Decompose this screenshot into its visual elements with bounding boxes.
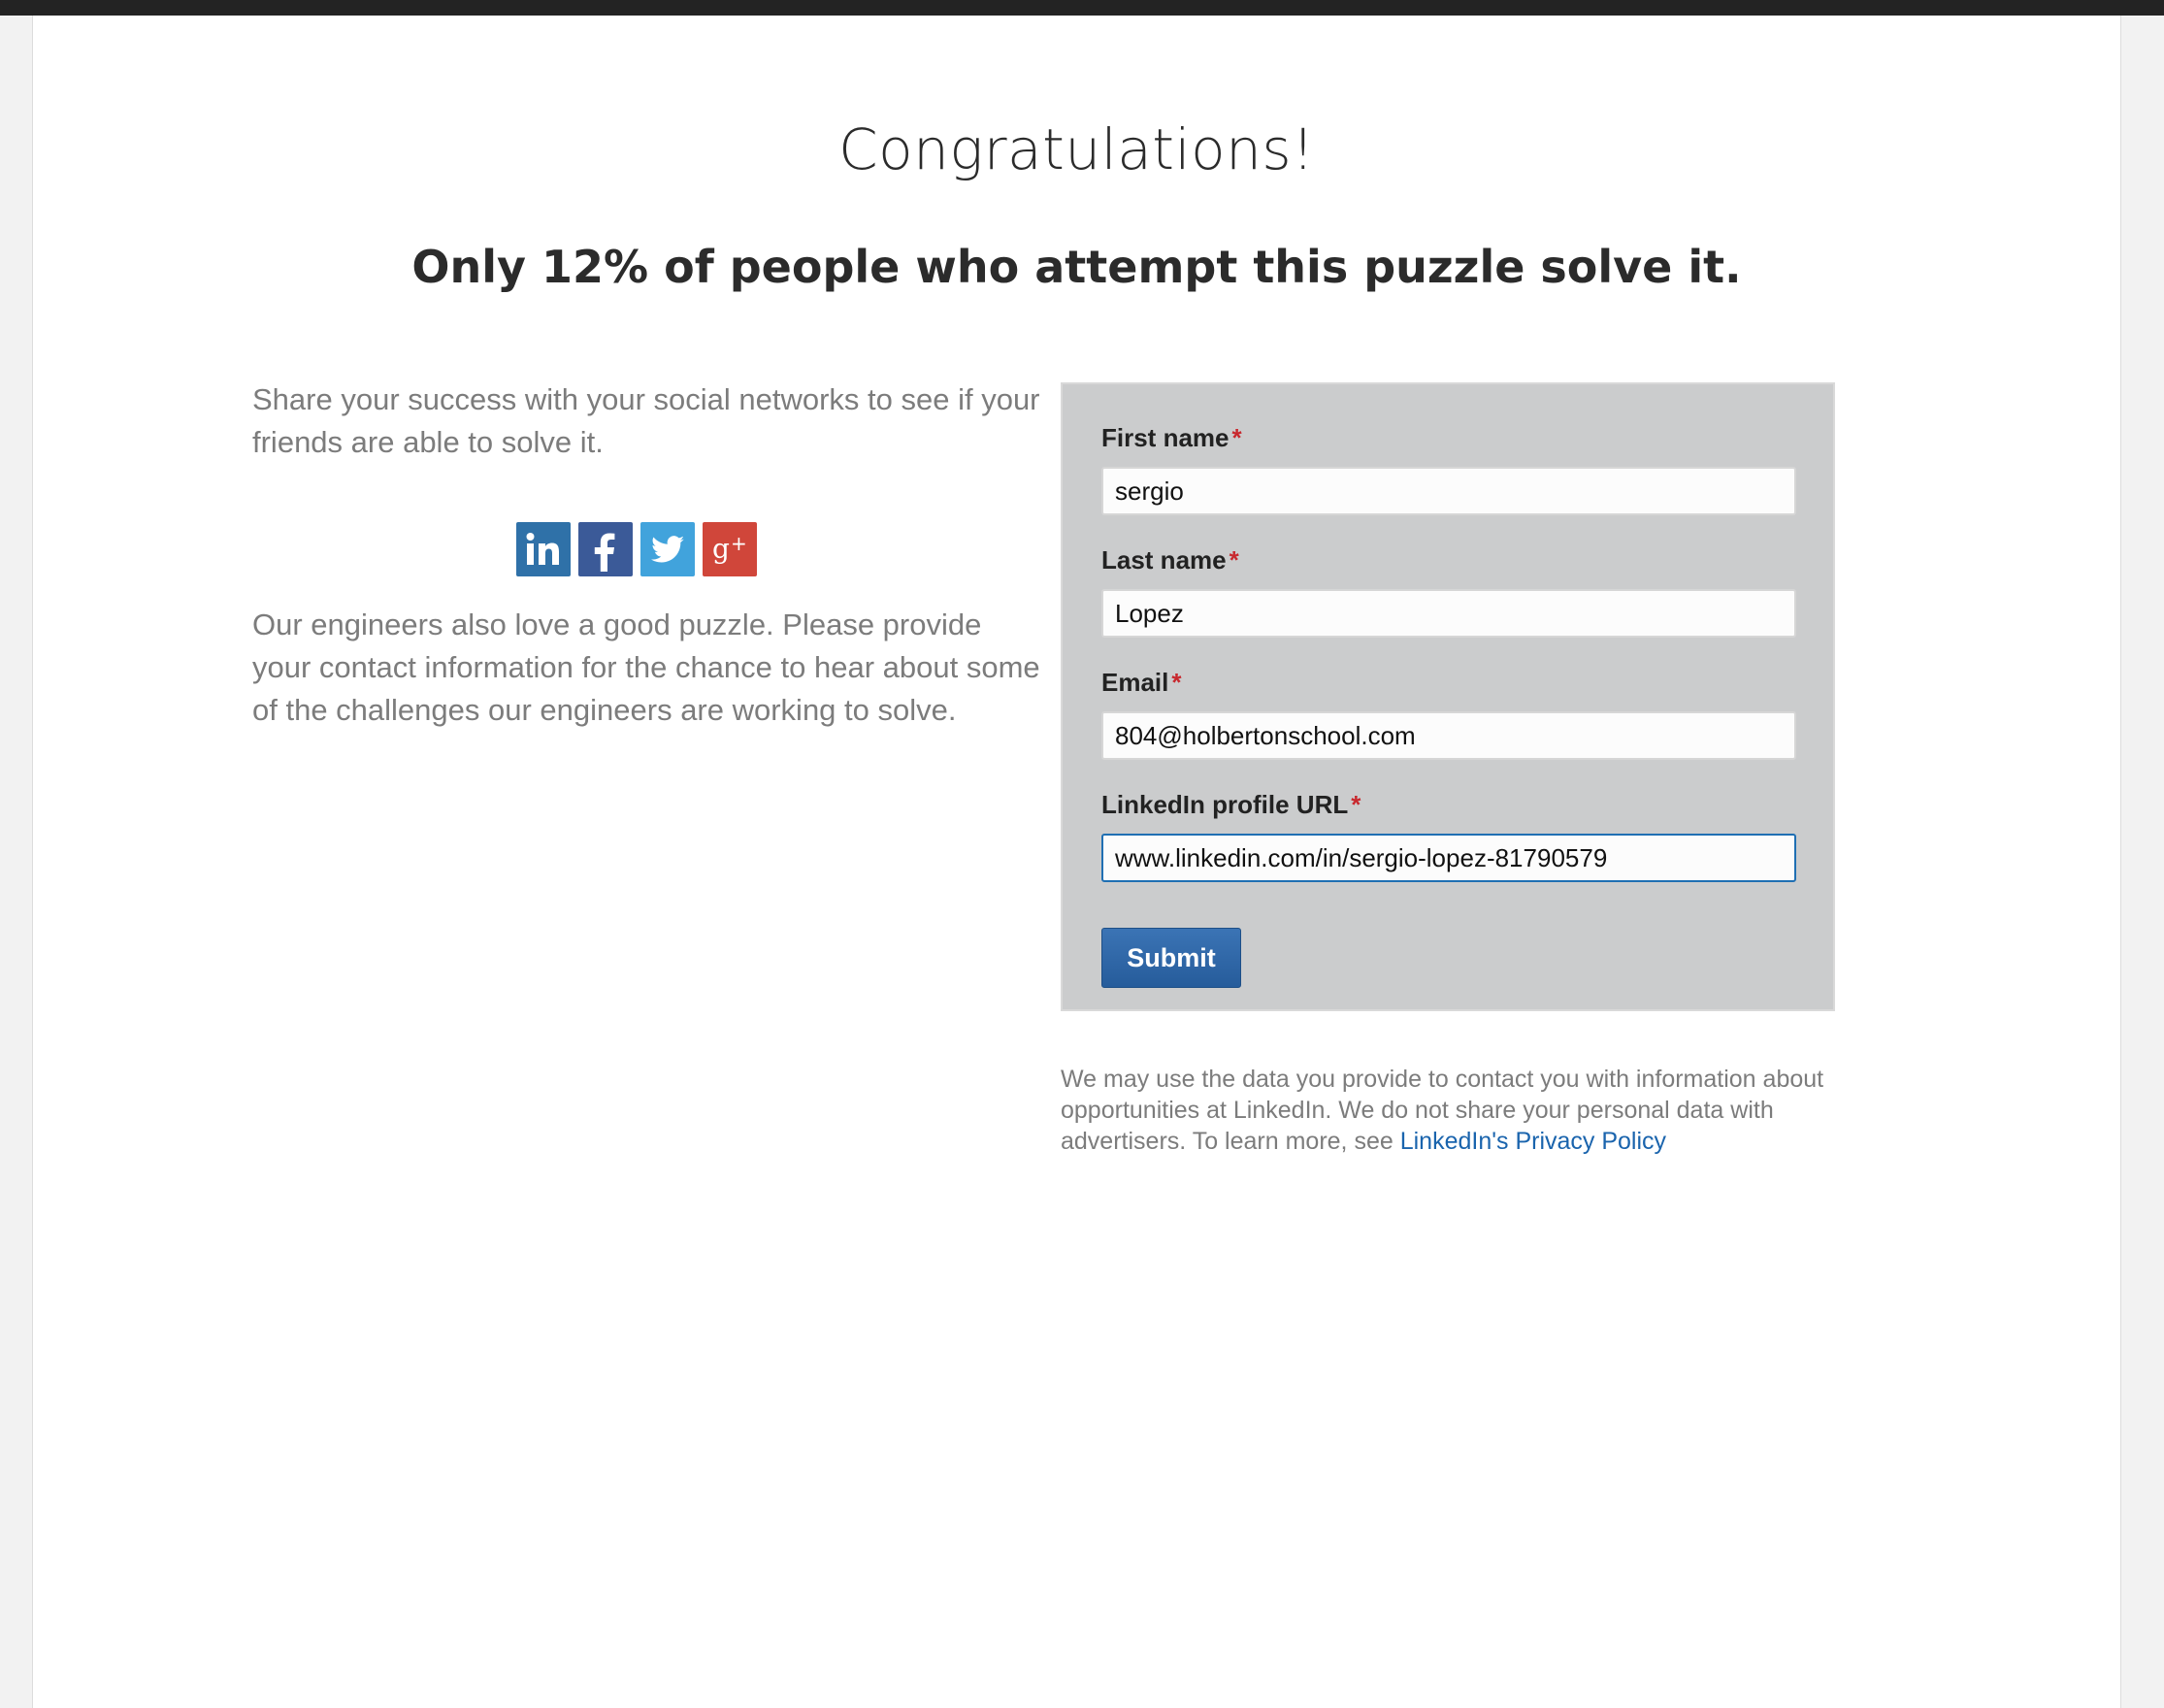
- required-marker: *: [1231, 423, 1242, 452]
- email-label: Email *: [1101, 668, 1182, 697]
- social-share-bar: g +: [516, 522, 757, 576]
- linkedin-url-field[interactable]: [1101, 834, 1796, 882]
- browser-top-bar: [0, 0, 2164, 16]
- first-name-field[interactable]: [1101, 467, 1796, 515]
- email-field[interactable]: [1101, 711, 1796, 760]
- last-name-field[interactable]: [1101, 589, 1796, 638]
- page-subtitle: Only 12% of people who attempt this puzz…: [411, 241, 1742, 293]
- privacy-policy-link[interactable]: LinkedIn's Privacy Policy: [1400, 1128, 1666, 1155]
- share-text: Share your success with your social netw…: [252, 382, 1040, 459]
- engineers-text: Our engineers also love a good puzzle. P…: [252, 608, 1040, 727]
- twitter-icon[interactable]: [640, 522, 695, 576]
- google-plus-icon[interactable]: g +: [703, 522, 757, 576]
- privacy-disclaimer: We may use the data you provide to conta…: [1061, 1064, 1866, 1157]
- facebook-icon[interactable]: [578, 522, 633, 576]
- required-marker: *: [1351, 790, 1361, 819]
- svg-text:+: +: [731, 532, 747, 555]
- required-marker: *: [1171, 668, 1182, 697]
- page-title: Congratulations!: [838, 116, 1315, 182]
- submit-button[interactable]: Submit: [1101, 928, 1241, 988]
- linkedin-url-label: LinkedIn profile URL *: [1101, 790, 1361, 819]
- linkedin-icon[interactable]: [516, 522, 571, 576]
- svg-text:g: g: [712, 533, 730, 565]
- contact-form: First name* Last name* Email* LinkedIn p…: [1061, 382, 1835, 1011]
- first-name-label: First name *: [1101, 423, 1242, 452]
- required-marker: *: [1229, 545, 1239, 575]
- last-name-label: Last name *: [1101, 545, 1239, 575]
